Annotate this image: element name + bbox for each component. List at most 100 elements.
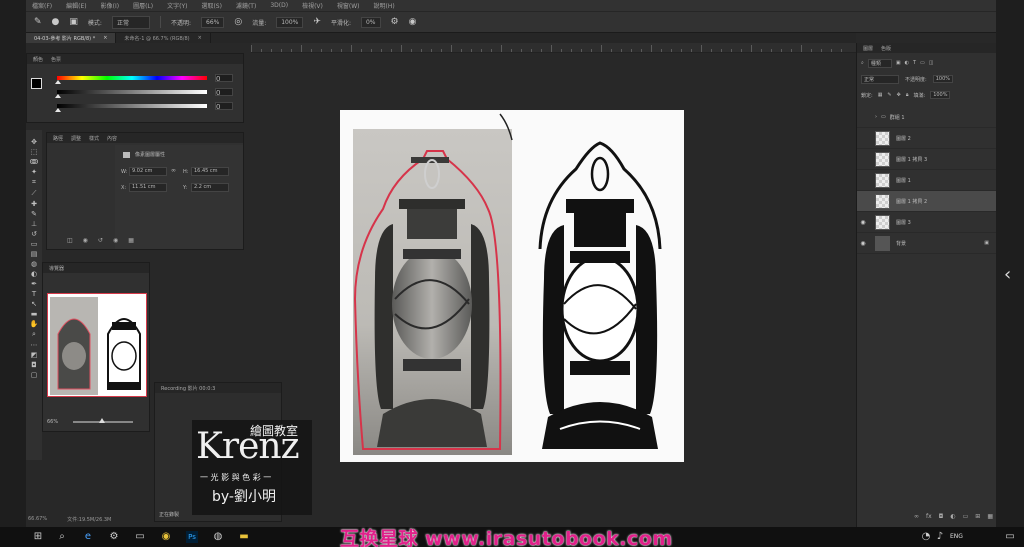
kind-filter[interactable]: 種類 — [867, 58, 892, 68]
view-icon[interactable]: ◉ — [83, 237, 88, 244]
canvas-document[interactable] — [340, 110, 684, 462]
layer-row[interactable]: ◉ 背景 ▣ — [857, 233, 996, 254]
slider-thumb[interactable] — [99, 418, 105, 423]
hand-tool-icon[interactable]: ✋ — [30, 320, 39, 328]
disclosure-icon[interactable]: › — [875, 114, 877, 120]
menu-item[interactable]: 濾鏡(T) — [236, 1, 256, 10]
network-icon[interactable]: ◔ — [920, 531, 932, 543]
gear-icon[interactable]: ⚙ — [391, 17, 399, 27]
slider-thumb[interactable] — [55, 108, 61, 112]
menu-item[interactable]: 影像(I) — [101, 1, 119, 10]
gradient-icon[interactable]: ▤ — [31, 250, 38, 258]
doc-tab[interactable]: 04-03-參考 影片 RGB/8) * × — [26, 33, 117, 43]
blend-mode-select[interactable]: 正常 — [861, 74, 900, 84]
saturation-value[interactable]: 0 — [215, 88, 233, 97]
mode-select[interactable]: 正常 — [111, 15, 150, 29]
menu-item[interactable]: 檢視(V) — [302, 1, 323, 10]
menu-item[interactable]: 文字(Y) — [167, 1, 187, 10]
menu-item[interactable]: 選取(S) — [201, 1, 222, 10]
brush-tool-icon[interactable]: ✎ — [34, 17, 42, 27]
tab-paths[interactable]: 路徑 — [53, 135, 63, 142]
menu-item[interactable]: 3D(D) — [270, 2, 288, 9]
layer-row[interactable]: 圖層 2 — [857, 128, 996, 149]
y-field[interactable]: 2.2 cm — [191, 183, 229, 192]
menu-item[interactable]: 視窗(W) — [337, 1, 360, 10]
saturation-slider[interactable]: 0 — [55, 88, 242, 98]
path-select-icon[interactable]: ↖ — [31, 300, 37, 308]
clone-stamp-icon[interactable]: ⊥ — [31, 220, 37, 228]
crop-tool-icon[interactable]: ⌗ — [32, 178, 36, 187]
menu-item[interactable]: 編輯(E) — [66, 1, 86, 10]
flow-field[interactable]: 100% — [276, 16, 304, 28]
brightness-slider[interactable]: 0 — [55, 102, 242, 112]
fx-icon[interactable]: fx — [926, 513, 932, 520]
folder-icon[interactable]: ▬ — [238, 531, 250, 543]
smoothing-field[interactable]: 0% — [360, 16, 381, 28]
navigator-zoom[interactable]: 66% — [47, 419, 58, 425]
opacity-field[interactable]: 66% — [201, 16, 225, 28]
slider-thumb[interactable] — [55, 80, 61, 84]
reset-icon[interactable]: ↺ — [98, 237, 103, 244]
layer-row[interactable]: 圖層 1 拷貝 3 — [857, 149, 996, 170]
windows-icon[interactable]: ⊞ — [32, 531, 44, 543]
clip-icon[interactable]: ◫ — [67, 237, 73, 244]
eraser-icon[interactable]: ▭ — [31, 240, 38, 248]
photoshop-icon[interactable]: Ps — [186, 531, 198, 543]
brush-preset-icon[interactable]: ● — [52, 17, 60, 27]
foreground-swatch[interactable] — [31, 78, 42, 89]
lock-move-icon[interactable]: ✥ — [897, 92, 901, 98]
visibility-icon[interactable]: ◉ — [113, 237, 118, 244]
x-field[interactable]: 11.51 cm — [129, 183, 167, 192]
explorer-icon[interactable]: ▭ — [134, 531, 146, 543]
search-icon[interactable]: ⌕ — [56, 531, 68, 543]
filter-shape-icon[interactable]: ▭ — [920, 60, 925, 66]
layer-row[interactable]: ◉ 圖層 3 — [857, 212, 996, 233]
status-zoom[interactable]: 66.67% — [28, 516, 47, 526]
magic-wand-icon[interactable]: ✦ — [31, 168, 37, 176]
filter-pixel-icon[interactable]: ▣ — [896, 60, 901, 66]
height-field[interactable]: 16.45 cm — [191, 167, 229, 176]
more-tools-icon[interactable]: ⋯ — [31, 341, 38, 349]
menu-item[interactable]: 說明(H) — [374, 1, 395, 10]
eye-icon[interactable]: ◉ — [857, 240, 869, 247]
mask-icon[interactable]: ◘ — [939, 513, 944, 520]
pressure-size-icon[interactable]: ◉ — [409, 17, 417, 27]
color-swatches-icon[interactable]: ◩ — [31, 351, 38, 359]
chrome-icon[interactable]: ◉ — [160, 531, 172, 543]
trash-icon[interactable]: ▦ — [987, 513, 993, 520]
screen-mode-icon[interactable]: ▢ — [31, 371, 38, 379]
settings-icon[interactable]: ⚙ — [108, 531, 120, 543]
healing-brush-icon[interactable]: ✚ — [31, 200, 37, 208]
edge-icon[interactable]: e — [82, 531, 94, 543]
language-indicator[interactable]: ENG — [950, 533, 963, 540]
type-tool-icon[interactable]: T — [32, 290, 36, 298]
trash-icon[interactable]: ▦ — [128, 237, 134, 244]
tab-channels[interactable]: 色版 — [881, 45, 891, 52]
width-field[interactable]: 9.02 cm — [129, 167, 167, 176]
link-icon[interactable]: ∞ — [171, 167, 176, 174]
brightness-value[interactable]: 0 — [215, 102, 233, 111]
brush-panel-icon[interactable]: ▣ — [69, 17, 78, 27]
pen-tool-icon[interactable]: ✒ — [31, 280, 37, 288]
zoom-tool-icon[interactable]: ⌕ — [32, 330, 36, 339]
hue-value[interactable]: 0 — [215, 74, 233, 83]
layer-row-selected[interactable]: 圖層 1 拷貝 2 — [857, 191, 996, 212]
slider-thumb[interactable] — [55, 94, 61, 98]
dodge-tool-icon[interactable]: ◐ — [31, 270, 37, 278]
pressure-opacity-icon[interactable]: ◎ — [234, 17, 242, 27]
tab-color[interactable]: 顏色 — [33, 56, 43, 63]
eye-icon[interactable]: ◉ — [857, 219, 869, 226]
shape-tool-icon[interactable]: ▬ — [31, 310, 38, 318]
tab-adjustments[interactable]: 調整 — [71, 135, 81, 142]
close-icon[interactable]: × — [103, 35, 107, 41]
tab-swatches[interactable]: 色票 — [51, 56, 61, 63]
layer-row[interactable]: › ▭ 群組 1 — [857, 107, 996, 128]
layer-opacity-field[interactable]: 100% — [932, 75, 953, 83]
lock-transparency-icon[interactable]: ▦ — [878, 92, 883, 98]
adjustment-icon[interactable]: ◐ — [950, 513, 955, 520]
tab-properties[interactable]: 內容 — [107, 135, 117, 142]
close-icon[interactable]: × — [198, 35, 202, 41]
notification-icon[interactable]: ▭ — [1004, 531, 1016, 543]
volume-icon[interactable]: ♪ — [934, 531, 946, 543]
steam-icon[interactable]: ◍ — [212, 531, 224, 543]
